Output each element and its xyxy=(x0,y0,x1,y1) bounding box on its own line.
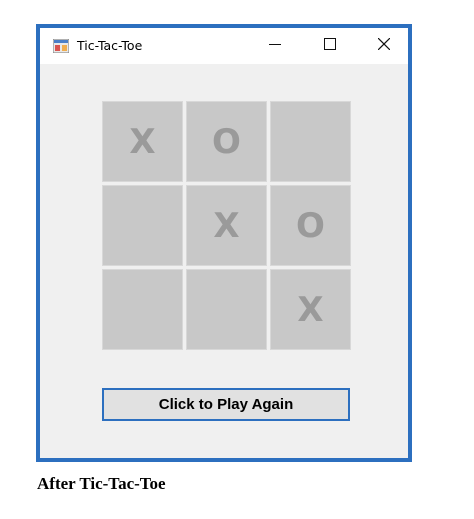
board-cell-8[interactable] xyxy=(186,269,267,350)
window-title: Tic-Tac-Toe xyxy=(77,38,143,53)
close-icon xyxy=(378,38,390,50)
minimize-icon xyxy=(269,44,281,45)
board-cell-6[interactable]: O xyxy=(270,185,351,266)
board-cell-4[interactable] xyxy=(102,185,183,266)
game-board: X O X O X xyxy=(102,101,354,353)
board-cell-5[interactable]: X xyxy=(186,185,267,266)
app-window: Tic-Tac-Toe X O X O X Click to Play Agai… xyxy=(36,24,412,462)
board-cell-3[interactable] xyxy=(270,101,351,182)
figure-caption: After Tic-Tac-Toe xyxy=(37,474,166,493)
close-button[interactable] xyxy=(362,28,406,60)
app-icon xyxy=(53,39,69,53)
window-client-area: Tic-Tac-Toe X O X O X Click to Play Agai… xyxy=(40,28,408,458)
play-again-button[interactable]: Click to Play Again xyxy=(102,388,350,421)
title-bar[interactable]: Tic-Tac-Toe xyxy=(40,28,408,64)
maximize-button[interactable] xyxy=(308,28,352,60)
board-cell-7[interactable] xyxy=(102,269,183,350)
board-cell-1[interactable]: X xyxy=(102,101,183,182)
maximize-icon xyxy=(324,38,336,50)
minimize-button[interactable] xyxy=(253,28,297,60)
board-cell-9[interactable]: X xyxy=(270,269,351,350)
page: Tic-Tac-Toe X O X O X Click to Play Agai… xyxy=(0,0,474,519)
board-cell-2[interactable]: O xyxy=(186,101,267,182)
